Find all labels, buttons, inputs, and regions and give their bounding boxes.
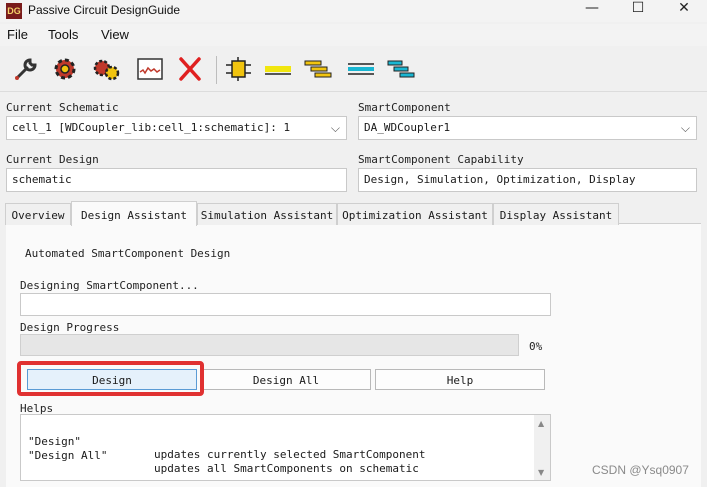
chevron-down-icon: ⌵	[680, 121, 690, 135]
smart-component-value: DA_WDCoupler1	[364, 121, 451, 134]
menu-bar: File Tools View	[0, 24, 707, 46]
current-design-label: Current Design	[6, 153, 99, 166]
current-design-value: schematic	[12, 173, 72, 186]
chevron-down-icon: ⌵	[330, 121, 340, 135]
designing-field	[20, 293, 551, 316]
highlight-annotation	[17, 361, 204, 396]
maximize-button[interactable]: ☐	[615, 0, 661, 22]
panel-heading: Automated SmartComponent Design	[25, 247, 231, 260]
smart-component-label: SmartComponent	[358, 101, 451, 114]
helps-textarea[interactable]: "Design" updates currently selected Smar…	[20, 414, 551, 481]
help-button[interactable]: Help	[375, 369, 545, 390]
smart-component-dropdown[interactable]: DA_WDCoupler1 ⌵	[358, 116, 697, 140]
filter-icon[interactable]	[386, 54, 416, 84]
current-schematic-value: cell_1 [WDCoupler_lib:cell_1:schematic]:…	[12, 121, 291, 134]
title-bar: DG Passive Circuit DesignGuide — ☐ ✕	[0, 0, 707, 22]
help-desc: updates all SmartComponents on schematic	[154, 462, 419, 475]
progress-percent: 0%	[529, 340, 543, 353]
design-progress-bar	[20, 334, 519, 356]
wrench-icon[interactable]	[11, 54, 41, 84]
scroll-up-icon[interactable]: ▲	[538, 419, 544, 428]
toolbar-separator	[216, 56, 217, 84]
microstrip-line-icon[interactable]	[263, 54, 293, 84]
capability-field[interactable]: Design, Simulation, Optimization, Displa…	[358, 168, 697, 192]
help-key: "Design All"	[28, 449, 108, 462]
helps-scrollbar[interactable]: ▲ ▼	[534, 415, 550, 480]
component-icon[interactable]	[223, 54, 253, 84]
minimize-button[interactable]: —	[569, 0, 615, 22]
window-title: Passive Circuit DesignGuide	[28, 3, 181, 17]
menu-file[interactable]: File	[7, 27, 28, 42]
progress-label: Design Progress	[20, 321, 120, 334]
coupled-line-icon[interactable]	[303, 54, 333, 84]
waveform-icon[interactable]	[135, 54, 165, 84]
capability-label: SmartComponent Capability	[358, 153, 524, 166]
design-all-button[interactable]: Design All	[201, 369, 371, 390]
current-schematic-dropdown[interactable]: cell_1 [WDCoupler_lib:cell_1:schematic]:…	[6, 116, 347, 140]
close-button[interactable]: ✕	[661, 0, 707, 22]
tab-display-assistant[interactable]: Display Assistant	[493, 203, 619, 225]
gear-icon[interactable]	[50, 54, 80, 84]
designing-label: Designing SmartComponent...	[20, 279, 199, 292]
help-desc: updates currently selected SmartComponen…	[154, 448, 426, 461]
current-design-field[interactable]: schematic	[6, 168, 347, 192]
tab-design-assistant[interactable]: Design Assistant	[71, 201, 197, 226]
tab-overview[interactable]: Overview	[5, 203, 71, 225]
current-schematic-label: Current Schematic	[6, 101, 119, 114]
scroll-down-icon[interactable]: ▼	[538, 468, 544, 477]
stripline-icon[interactable]	[346, 54, 376, 84]
menu-tools[interactable]: Tools	[48, 27, 78, 42]
tab-optimization-assistant[interactable]: Optimization Assistant	[337, 203, 493, 225]
app-icon: DG	[6, 3, 22, 19]
menu-view[interactable]: View	[101, 27, 129, 42]
tab-simulation-assistant[interactable]: Simulation Assistant	[197, 203, 337, 225]
capability-value: Design, Simulation, Optimization, Displa…	[364, 173, 636, 186]
help-line: "Design All" updates all SmartComponents…	[28, 436, 419, 487]
gears-icon[interactable]	[91, 54, 121, 84]
watermark: CSDN @Ysq0907	[592, 463, 689, 477]
toolbar	[0, 48, 707, 92]
delete-x-icon[interactable]	[175, 54, 205, 84]
